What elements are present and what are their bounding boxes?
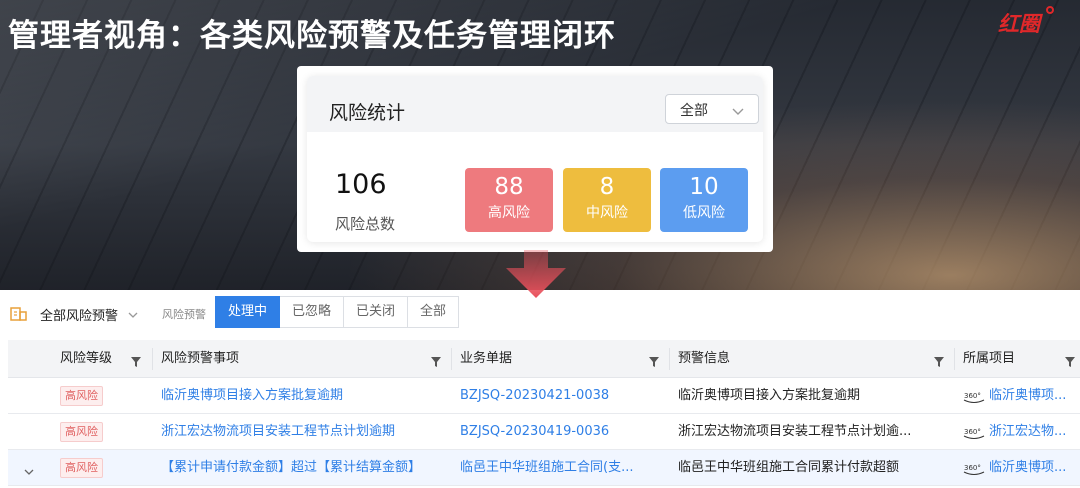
- low-risk-tile[interactable]: 10 低风险: [660, 168, 748, 232]
- page-headline: 管理者视角：各类风险预警及任务管理闭环: [8, 18, 616, 54]
- risk-warning-table: 风险等级 风险预警事项 业务单据 预警信息 所属项目 高风险 临沂奥博项目接入方…: [8, 340, 1080, 486]
- column-header-item: 风险预警事项: [161, 351, 240, 366]
- arrow-down-icon: [500, 250, 572, 304]
- column-header-level: 风险等级: [60, 351, 113, 366]
- warning-item-link[interactable]: 浙江宏达物流项目安装工程节点计划逾期: [161, 414, 446, 450]
- filter-icon[interactable]: [1064, 353, 1076, 372]
- tab-processing[interactable]: 处理中: [215, 296, 281, 328]
- risk-level-badge: 高风险: [60, 386, 103, 406]
- business-doc-link[interactable]: BZJSQ-20230419-0036: [460, 414, 665, 450]
- chevron-down-icon: [732, 102, 744, 121]
- table-row[interactable]: 高风险 临沂奥博项目接入方案批复逾期 BZJSQ-20230421-0038 临…: [8, 378, 1080, 414]
- warning-info: 浙江宏达物流项目安装工程节点计划逾...: [678, 424, 912, 439]
- high-risk-label: 高风险: [488, 205, 530, 221]
- business-doc-link[interactable]: 临邑王中华班组施工合同(支...: [460, 450, 665, 486]
- warning-info: 临邑王中华班组施工合同累计付款超额: [678, 460, 900, 475]
- filter-icon[interactable]: [130, 353, 142, 372]
- column-divider: [954, 348, 955, 370]
- high-risk-tile[interactable]: 88 高风险: [465, 168, 553, 232]
- risk-stats-frame: 风险统计 全部 106 风险总数 88 高风险 8 中风险 10 低风险: [297, 66, 773, 252]
- warning-scope-label: 全部风险预警: [40, 309, 119, 324]
- panorama-360-icon: 360°: [963, 389, 985, 408]
- filter-value: 全部: [680, 103, 708, 119]
- column-divider: [669, 348, 670, 370]
- filter-icon[interactable]: [933, 353, 945, 372]
- risk-level-badge: 高风险: [60, 458, 103, 478]
- svg-text:360°: 360°: [964, 392, 981, 400]
- risk-total-label: 风险总数: [335, 215, 396, 233]
- filter-icon[interactable]: [648, 353, 660, 372]
- segment-caption: 风险预警: [162, 308, 206, 321]
- project-link[interactable]: 临沂奥博项...: [989, 378, 1080, 414]
- risk-stats-card: 风险统计 全部 106 风险总数 88 高风险 8 中风险 10 低风险: [307, 76, 763, 242]
- risk-filter-select[interactable]: 全部: [665, 94, 759, 124]
- high-risk-count: 88: [494, 174, 524, 200]
- panorama-360-icon: 360°: [963, 461, 985, 480]
- low-risk-count: 10: [689, 174, 719, 200]
- table-header: 风险等级 风险预警事项 业务单据 预警信息 所属项目: [8, 340, 1080, 378]
- warning-item-link[interactable]: 临沂奥博项目接入方案批复逾期: [161, 378, 446, 414]
- risk-level-badge: 高风险: [60, 422, 103, 442]
- tab-all[interactable]: 全部: [408, 296, 460, 328]
- warning-scope-dropdown[interactable]: 全部风险预警: [40, 305, 138, 324]
- chevron-down-icon: [128, 309, 138, 324]
- tab-ignored[interactable]: 已忽略: [280, 296, 345, 328]
- column-header-doc: 业务单据: [460, 351, 513, 366]
- project-link[interactable]: 浙江宏达物...: [989, 414, 1080, 450]
- building-icon: [10, 305, 28, 325]
- svg-text:360°: 360°: [964, 464, 981, 472]
- table-row[interactable]: 高风险 浙江宏达物流项目安装工程节点计划逾期 BZJSQ-20230419-00…: [8, 414, 1080, 450]
- warning-info: 临沂奥博项目接入方案批复逾期: [678, 388, 861, 403]
- risk-total-value: 106: [335, 169, 387, 200]
- business-doc-link[interactable]: BZJSQ-20230421-0038: [460, 378, 665, 414]
- table-row[interactable]: 高风险 【累计申请付款金额】超过【累计结算金额】 临邑王中华班组施工合同(支..…: [8, 450, 1080, 486]
- status-segmented-control: 处理中 已忽略 已关闭 全部: [215, 296, 460, 328]
- low-risk-label: 低风险: [683, 205, 725, 221]
- logo-mark-icon: [1046, 6, 1054, 14]
- column-divider: [451, 348, 452, 370]
- card-title: 风险统计: [329, 102, 406, 124]
- medium-risk-tile[interactable]: 8 中风险: [563, 168, 651, 232]
- brand-logo: 红圈: [998, 12, 1040, 36]
- column-header-info: 预警信息: [678, 351, 731, 366]
- column-divider: [152, 348, 153, 370]
- panorama-360-icon: 360°: [963, 425, 985, 444]
- medium-risk-label: 中风险: [586, 205, 628, 221]
- filter-icon[interactable]: [430, 353, 442, 372]
- tab-closed[interactable]: 已关闭: [344, 296, 409, 328]
- expand-chevron-icon[interactable]: [24, 462, 34, 481]
- column-header-project: 所属项目: [963, 351, 1016, 366]
- medium-risk-count: 8: [599, 174, 615, 200]
- warning-item-link[interactable]: 【累计申请付款金额】超过【累计结算金额】: [161, 450, 446, 486]
- svg-text:360°: 360°: [964, 428, 981, 436]
- project-link[interactable]: 临沂奥博项...: [989, 450, 1080, 486]
